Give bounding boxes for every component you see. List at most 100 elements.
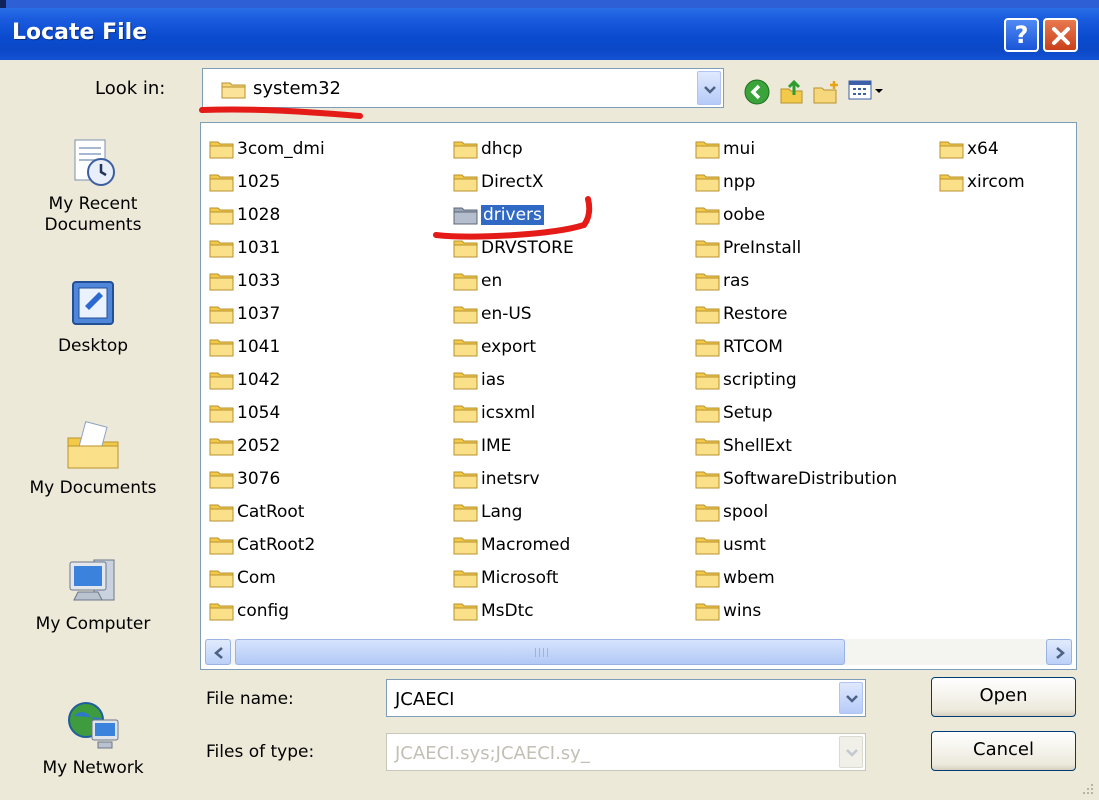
folder-item[interactable]: 1028 xyxy=(209,199,280,231)
scroll-thumb[interactable]: |||| xyxy=(235,639,845,665)
folder-icon xyxy=(209,504,234,522)
file-name-field[interactable]: JCAECI xyxy=(386,679,866,717)
chevron-down-icon xyxy=(846,695,858,703)
folder-item[interactable]: ShellExt xyxy=(695,430,792,462)
folder-item[interactable]: Com xyxy=(209,562,276,594)
folder-item[interactable]: ras xyxy=(695,265,749,297)
folder-name: 1028 xyxy=(237,205,281,225)
folder-item[interactable]: dhcp xyxy=(453,133,523,165)
folder-item[interactable]: icsxml xyxy=(453,397,535,429)
folder-item[interactable]: config xyxy=(209,595,289,627)
folder-item[interactable]: usmt xyxy=(695,529,766,561)
folder-icon xyxy=(939,174,964,192)
folder-item[interactable]: IME xyxy=(453,430,511,462)
file-name-value: JCAECI xyxy=(395,689,455,710)
look-in-value: system32 xyxy=(253,78,341,99)
new-folder-icon[interactable] xyxy=(812,79,840,105)
view-menu-icon[interactable] xyxy=(848,79,884,103)
folder-icon xyxy=(453,141,478,159)
folder-item[interactable]: en xyxy=(453,265,502,297)
folder-icon xyxy=(695,372,720,390)
folder-item[interactable]: 2052 xyxy=(209,430,280,462)
folder-name: ias xyxy=(481,370,505,390)
horizontal-scrollbar[interactable]: |||| xyxy=(205,639,1072,665)
file-name-dropdown-button[interactable] xyxy=(839,682,863,714)
folder-item[interactable]: CatRoot2 xyxy=(209,529,315,561)
folder-item[interactable]: 3com_dmi xyxy=(209,133,325,165)
folder-name: 1033 xyxy=(237,271,281,291)
folder-item[interactable]: mui xyxy=(695,133,755,165)
open-button[interactable]: Open xyxy=(931,677,1076,717)
folder-item[interactable]: wins xyxy=(695,595,761,627)
folder-item[interactable]: 1037 xyxy=(209,298,280,330)
folder-item[interactable]: Microsoft xyxy=(453,562,558,594)
folder-icon xyxy=(695,273,720,291)
folder-name: Lang xyxy=(481,502,523,522)
folder-item[interactable]: wbem xyxy=(695,562,775,594)
folder-name: 2052 xyxy=(237,436,281,456)
folder-item[interactable]: 1041 xyxy=(209,331,280,363)
place-my-network[interactable]: My Network xyxy=(0,698,186,779)
folder-item[interactable]: Setup xyxy=(695,397,772,429)
folder-item[interactable]: Restore xyxy=(695,298,788,330)
top-strip xyxy=(0,0,1099,8)
folder-item[interactable]: DirectX xyxy=(453,166,544,198)
folder-name: dhcp xyxy=(481,139,523,159)
folder-item[interactable]: RTCOM xyxy=(695,331,783,363)
back-icon[interactable] xyxy=(744,79,770,105)
folder-item[interactable]: Macromed xyxy=(453,529,570,561)
folder-icon xyxy=(695,405,720,423)
folder-item[interactable]: oobe xyxy=(695,199,765,231)
folder-item[interactable]: 1033 xyxy=(209,265,280,297)
folder-item[interactable]: npp xyxy=(695,166,755,198)
place-my-computer[interactable]: My Computer xyxy=(0,552,186,635)
folder-item[interactable]: export xyxy=(453,331,536,363)
folder-item[interactable]: xircom xyxy=(939,166,1025,198)
place-label: My Computer xyxy=(35,614,151,634)
folder-icon xyxy=(453,471,478,489)
folder-item[interactable]: spool xyxy=(695,496,768,528)
folder-name: spool xyxy=(723,502,769,522)
folder-icon xyxy=(695,339,720,357)
scroll-left-button[interactable] xyxy=(205,639,231,665)
help-button[interactable]: ? xyxy=(1004,18,1039,52)
folder-item[interactable]: 1031 xyxy=(209,232,280,264)
folder-item[interactable]: Lang xyxy=(453,496,522,528)
up-folder-icon[interactable] xyxy=(778,79,806,105)
folder-item[interactable]: 1054 xyxy=(209,397,280,429)
close-button[interactable] xyxy=(1043,18,1078,52)
chevron-down-icon xyxy=(704,86,716,94)
folder-item[interactable]: 1025 xyxy=(209,166,280,198)
folder-icon xyxy=(939,141,964,159)
folder-item[interactable]: inetsrv xyxy=(453,463,540,495)
scroll-right-button[interactable] xyxy=(1046,639,1072,665)
cancel-button[interactable]: Cancel xyxy=(931,731,1076,771)
folder-item[interactable]: MsDtc xyxy=(453,595,534,627)
folder-name: 1042 xyxy=(237,370,281,390)
folder-name: icsxml xyxy=(481,403,536,423)
place-desktop[interactable]: Desktop xyxy=(0,276,186,357)
close-icon xyxy=(1052,27,1070,45)
folder-item[interactable]: 1042 xyxy=(209,364,280,396)
folder-name: Macromed xyxy=(481,535,571,555)
title-bar[interactable]: Locate File ? xyxy=(0,8,1099,60)
folder-item[interactable]: PreInstall xyxy=(695,232,801,264)
folder-icon xyxy=(209,240,234,258)
folder-item[interactable]: ias xyxy=(453,364,505,396)
folder-item[interactable]: CatRoot xyxy=(209,496,304,528)
place-my-recent-documents[interactable]: My Recent Documents xyxy=(0,134,186,236)
look-in-dropdown[interactable]: system32 xyxy=(202,68,724,108)
folder-name: 1054 xyxy=(237,403,281,423)
folder-item[interactable]: x64 xyxy=(939,133,999,165)
place-my-documents[interactable]: My Documents xyxy=(0,418,186,499)
file-list[interactable]: |||| 3com_dmi 1025 1028 1031 1033 1037 1041 104… xyxy=(200,122,1077,670)
look-in-dropdown-button[interactable] xyxy=(697,71,721,105)
folder-name: 3076 xyxy=(237,469,281,489)
resize-grip-icon[interactable] xyxy=(1081,782,1095,796)
folder-item[interactable]: en-US xyxy=(453,298,532,330)
folder-item[interactable]: 3076 xyxy=(209,463,280,495)
folder-icon xyxy=(209,141,234,159)
folder-item[interactable]: SoftwareDistribution xyxy=(695,463,897,495)
folder-item[interactable]: scripting xyxy=(695,364,797,396)
folder-name: 1041 xyxy=(237,337,281,357)
